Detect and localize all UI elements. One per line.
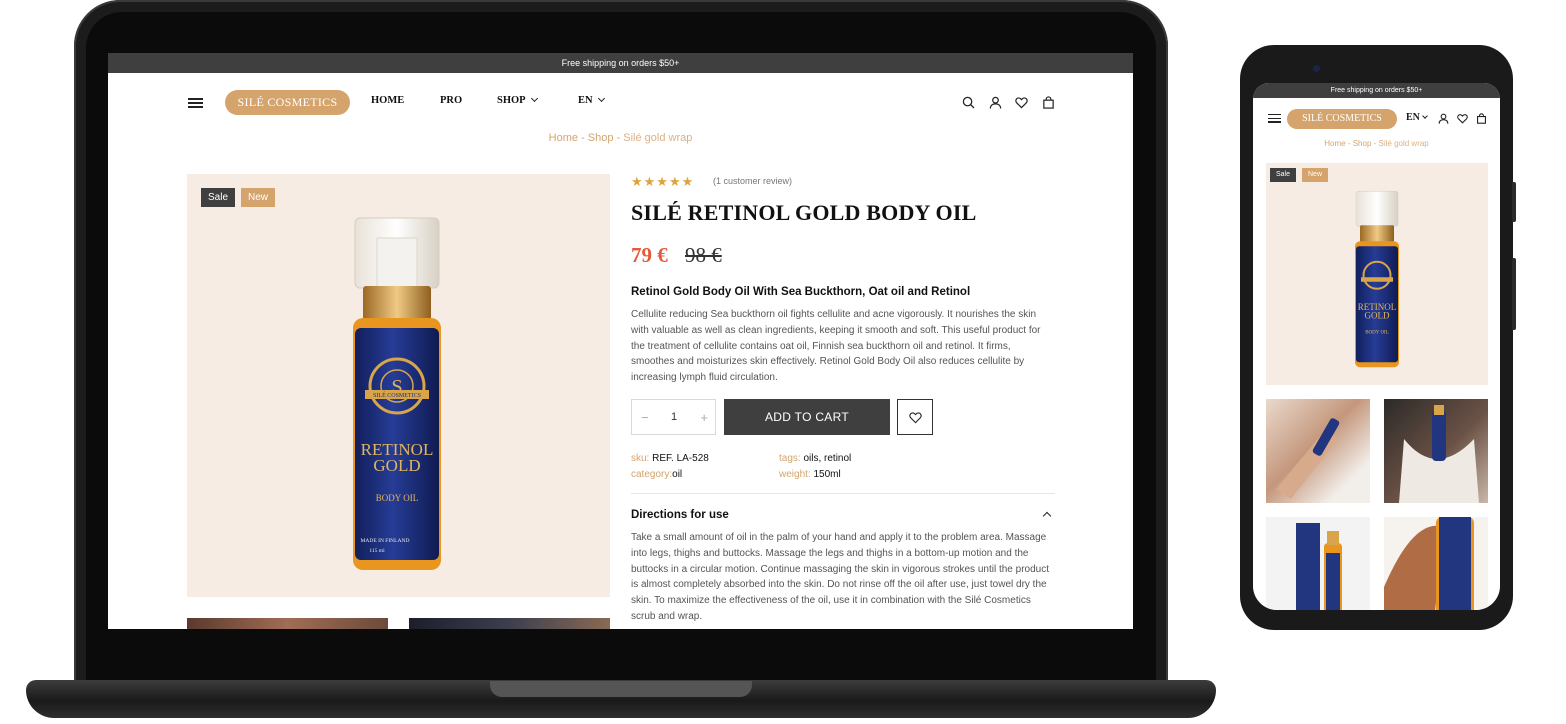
nav-home[interactable]: HOME bbox=[371, 95, 404, 106]
nav-shop-label: SHOP bbox=[497, 95, 526, 106]
chevron-down-icon bbox=[1422, 113, 1428, 119]
product-subtitle: Retinol Gold Body Oil With Sea Buckthorn… bbox=[631, 286, 971, 298]
rating-stars: ★★★★★ bbox=[631, 174, 695, 189]
sku-value: REF. LA-528 bbox=[652, 453, 709, 464]
lifestyle-photo-arm bbox=[1276, 418, 1340, 499]
weight-label: weight: bbox=[779, 468, 811, 480]
phone-side-button bbox=[1512, 258, 1516, 330]
new-badge: New bbox=[241, 188, 276, 207]
user-icon[interactable] bbox=[1438, 113, 1449, 124]
mobile-promo-bar: Free shipping on orders $50+ bbox=[1253, 83, 1500, 98]
product-title: SILÉ RETINOL GOLD BODY OIL bbox=[631, 200, 977, 225]
product-thumbnail[interactable] bbox=[409, 618, 610, 629]
mobile-breadcrumb: Home - Shop - Silé gold wrap bbox=[1253, 139, 1500, 148]
divider bbox=[631, 493, 1055, 494]
mobile-language-selector[interactable]: EN bbox=[1406, 112, 1428, 123]
breadcrumb-sep: - bbox=[577, 132, 588, 144]
heart-icon[interactable] bbox=[1015, 96, 1028, 109]
product-description: Cellulite reducing Sea buckthorn oil fig… bbox=[631, 309, 1041, 384]
heart-icon bbox=[909, 412, 922, 424]
product-meta-right: tags: oils, retinol weight: 150ml bbox=[779, 451, 851, 482]
new-badge: New bbox=[1302, 168, 1329, 182]
language-label: EN bbox=[578, 95, 593, 106]
bottle-line2-text: GOLD bbox=[373, 456, 420, 475]
review-count-link[interactable]: (1 customer review) bbox=[713, 176, 792, 186]
breadcrumb-shop[interactable]: Shop bbox=[588, 132, 614, 144]
breadcrumb-sep: - bbox=[1345, 139, 1353, 148]
laptop-hinge-notch bbox=[490, 681, 752, 697]
category-label: category: bbox=[631, 468, 673, 480]
user-icon[interactable] bbox=[989, 96, 1002, 109]
bottle-line2-text: GOLD bbox=[1365, 310, 1390, 320]
tags-label: tags: bbox=[779, 453, 801, 464]
breadcrumb-current: Silé gold wrap bbox=[1378, 139, 1429, 148]
site-header: SILÉ COSMETICS HOME PRO SHOP EN bbox=[108, 73, 1133, 131]
chevron-down-icon bbox=[530, 94, 538, 103]
promo-bar: Free shipping on orders $50+ bbox=[108, 53, 1133, 73]
bag-icon[interactable] bbox=[1476, 113, 1487, 124]
breadcrumb-home[interactable]: Home bbox=[1324, 139, 1345, 148]
add-to-cart-button[interactable]: ADD TO CART bbox=[724, 399, 890, 435]
wishlist-button[interactable] bbox=[897, 399, 933, 435]
search-icon[interactable] bbox=[962, 96, 975, 109]
product-thumbnail[interactable] bbox=[1266, 399, 1370, 503]
mobile-site-logo[interactable]: SILÉ COSMETICS bbox=[1287, 109, 1397, 129]
price-original: 98 € bbox=[685, 243, 722, 267]
heart-icon[interactable] bbox=[1457, 113, 1468, 124]
quantity-increase-button[interactable]: + bbox=[700, 410, 708, 425]
directions-accordion-title[interactable]: Directions for use bbox=[631, 509, 729, 521]
desktop-product-page: Free shipping on orders $50+ SILÉ COSMET… bbox=[108, 53, 1133, 629]
chevron-down-icon bbox=[597, 94, 605, 103]
breadcrumb-shop[interactable]: Shop bbox=[1353, 139, 1372, 148]
quantity-decrease-button[interactable]: − bbox=[641, 410, 649, 425]
mobile-language-label: EN bbox=[1406, 112, 1420, 123]
lifestyle-photo-model bbox=[1399, 405, 1479, 503]
breadcrumb: Home - Shop - Silé gold wrap bbox=[108, 132, 1133, 144]
product-bottle-image: S SILÉ COSMETICS RETINOL GOLD BODY OIL M… bbox=[353, 217, 441, 570]
mobile-product-image[interactable]: Sale New RETINOL GOLD BODY OIL bbox=[1266, 163, 1488, 385]
bottle-type-text: BODY OIL bbox=[1365, 330, 1389, 335]
product-bottle-image: RETINOL GOLD BODY OIL bbox=[1355, 191, 1399, 368]
sku-label: sku: bbox=[631, 453, 650, 464]
bottle-type-text: BODY OIL bbox=[376, 493, 418, 503]
product-meta-left: sku: REF. LA-528 category:oil bbox=[631, 451, 709, 482]
product-thumbnail[interactable] bbox=[1266, 517, 1370, 610]
product-wood-photo bbox=[1384, 517, 1474, 610]
product-main-image[interactable]: Sale New S SILÉ COSMETICS RETINOL GOLD B… bbox=[187, 174, 610, 597]
category-link[interactable]: oil bbox=[672, 469, 682, 480]
mobile-product-page: Free shipping on orders $50+ SILÉ COSMET… bbox=[1253, 83, 1500, 610]
bag-icon[interactable] bbox=[1042, 96, 1055, 109]
tags-links[interactable]: oils, retinol bbox=[803, 453, 851, 464]
bottle-origin-text: MADE IN FINLAND bbox=[361, 538, 410, 544]
sale-badge: Sale bbox=[1270, 168, 1297, 182]
product-thumbnail[interactable] bbox=[1384, 517, 1488, 610]
weight-value: 150ml bbox=[813, 468, 841, 480]
product-box-photo bbox=[1296, 523, 1342, 610]
nav-shop[interactable]: SHOP bbox=[497, 94, 538, 106]
hamburger-icon[interactable] bbox=[188, 98, 203, 108]
breadcrumb-home[interactable]: Home bbox=[549, 132, 578, 144]
quantity-stepper: − 1 + bbox=[631, 399, 716, 435]
phone-camera bbox=[1313, 65, 1320, 72]
nav-pro[interactable]: PRO bbox=[440, 95, 462, 106]
price-current: 79 € bbox=[631, 243, 668, 267]
bottle-brand-text: SILÉ COSMETICS bbox=[373, 391, 421, 399]
breadcrumb-sep: - bbox=[1371, 139, 1379, 148]
breadcrumb-sep: - bbox=[613, 132, 624, 144]
chevron-up-icon[interactable] bbox=[1042, 511, 1052, 521]
product-thumbnail[interactable] bbox=[1384, 399, 1488, 503]
product-thumbnail[interactable] bbox=[187, 618, 388, 629]
bottle-volume-text: 115 ml bbox=[369, 548, 385, 554]
breadcrumb-current: Silé gold wrap bbox=[623, 132, 693, 144]
quantity-input[interactable]: 1 bbox=[671, 411, 677, 423]
site-logo[interactable]: SILÉ COSMETICS bbox=[225, 90, 350, 115]
phone-side-button bbox=[1512, 182, 1516, 222]
sale-badge: Sale bbox=[201, 188, 236, 207]
language-selector[interactable]: EN bbox=[578, 94, 605, 106]
hamburger-icon[interactable] bbox=[1268, 114, 1281, 123]
directions-text: Take a small amount of oil in the palm o… bbox=[631, 532, 1049, 622]
